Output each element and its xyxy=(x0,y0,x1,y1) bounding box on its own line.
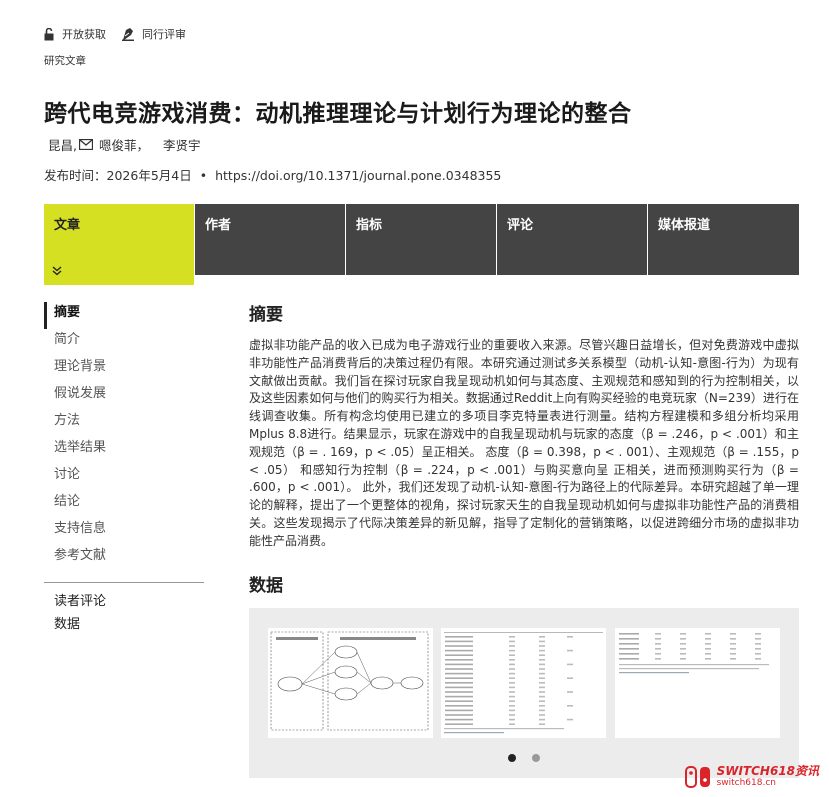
tab-label: 指标 xyxy=(356,218,383,233)
separator-dot: • xyxy=(199,168,208,183)
switch-logo-icon xyxy=(684,766,710,788)
nav-item-data[interactable]: 数据 xyxy=(44,614,204,637)
tab-metrics[interactable]: 指标 xyxy=(346,204,496,275)
nav-item-theory[interactable]: 理论背景 xyxy=(44,356,204,383)
figure-thumbnail[interactable] xyxy=(268,628,433,738)
author-link[interactable]: 李贤宇 xyxy=(163,135,201,154)
nav-item-abstract[interactable]: 摘要 xyxy=(44,302,204,329)
tab-authors[interactable]: 作者 xyxy=(195,204,345,275)
article-title: 跨代电竞游戏消费：动机推理理论与计划行为理论的整合 xyxy=(44,101,632,127)
published-date: 2026年5月4日 xyxy=(106,168,192,183)
figure-carousel xyxy=(249,608,799,778)
nav-item-conclusion[interactable]: 结论 xyxy=(44,491,204,518)
figure-thumbnail[interactable] xyxy=(615,628,780,738)
open-lock-icon xyxy=(44,27,54,40)
abstract-text: 虚拟非功能产品的收入已成为电子游戏行业的重要收入来源。尽管兴趣日益增长，但对免费… xyxy=(249,338,799,548)
peer-review-icon xyxy=(122,28,134,41)
data-heading: 数据 xyxy=(249,576,283,596)
doi-link[interactable]: https://doi.org/10.1371/journal.pone.034… xyxy=(215,168,501,183)
article-badges: 开放获取 同行评审 xyxy=(44,26,202,42)
carousel-dot[interactable] xyxy=(508,754,516,762)
abstract-heading: 摘要 xyxy=(249,305,283,325)
nav-item-hypotheses[interactable]: 假说发展 xyxy=(44,383,204,410)
published-label: 发布时间： xyxy=(44,168,107,183)
tab-label: 媒体报道 xyxy=(658,218,711,233)
tab-label: 文章 xyxy=(54,218,81,233)
peer-review-label: 同行评审 xyxy=(142,28,186,41)
author-list: 昆昌, 嗯俊菲， 李贤宇 xyxy=(48,135,201,154)
chevron-down-icon xyxy=(52,265,62,279)
nav-item-supporting-info[interactable]: 支持信息 xyxy=(44,518,204,545)
nav-item-methods[interactable]: 方法 xyxy=(44,410,204,437)
author-link[interactable]: 嗯俊菲， xyxy=(99,135,149,154)
nav-item-reader-comments[interactable]: 读者评论 xyxy=(44,591,204,614)
peer-review-badge: 同行评审 xyxy=(122,26,186,42)
mail-icon[interactable] xyxy=(78,139,93,150)
open-access-badge: 开放获取 xyxy=(44,26,106,42)
nav-divider xyxy=(44,582,204,583)
article-type: 研究文章 xyxy=(44,55,86,67)
watermark-title: SWITCH618资讯 xyxy=(716,764,819,778)
open-access-label: 开放获取 xyxy=(62,28,106,41)
publication-meta: 发布时间：2026年5月4日 • https://doi.org/10.1371/j… xyxy=(44,165,501,184)
article-tabs: 文章 作者 指标 评论 媒体报道 xyxy=(44,204,799,285)
section-nav: 摘要 简介 理论背景 假说发展 方法 选举结果 讨论 结论 支持信息 参考文献 … xyxy=(44,302,204,637)
tab-comments[interactable]: 评论 xyxy=(497,204,647,275)
tab-label: 作者 xyxy=(205,218,232,233)
nav-item-results[interactable]: 选举结果 xyxy=(44,437,204,464)
nav-item-references[interactable]: 参考文献 xyxy=(44,545,204,572)
tab-label: 评论 xyxy=(507,218,534,233)
carousel-dot[interactable] xyxy=(532,754,540,762)
watermark-url: switch618.cn xyxy=(716,778,776,788)
nav-item-discussion[interactable]: 讨论 xyxy=(44,464,204,491)
nav-item-introduction[interactable]: 简介 xyxy=(44,329,204,356)
figure-thumbnail[interactable] xyxy=(441,628,606,738)
carousel-pagination xyxy=(249,754,799,762)
author-link[interactable]: 昆昌, xyxy=(48,135,77,154)
tab-article[interactable]: 文章 xyxy=(44,204,194,285)
site-watermark: SWITCH618资讯 switch618.cn xyxy=(684,764,819,789)
abstract-section: 摘要 虚拟非功能产品的收入已成为电子游戏行业的重要收入来源。尽管兴趣日益增长，但… xyxy=(249,300,799,551)
tab-media-coverage[interactable]: 媒体报道 xyxy=(648,204,799,275)
